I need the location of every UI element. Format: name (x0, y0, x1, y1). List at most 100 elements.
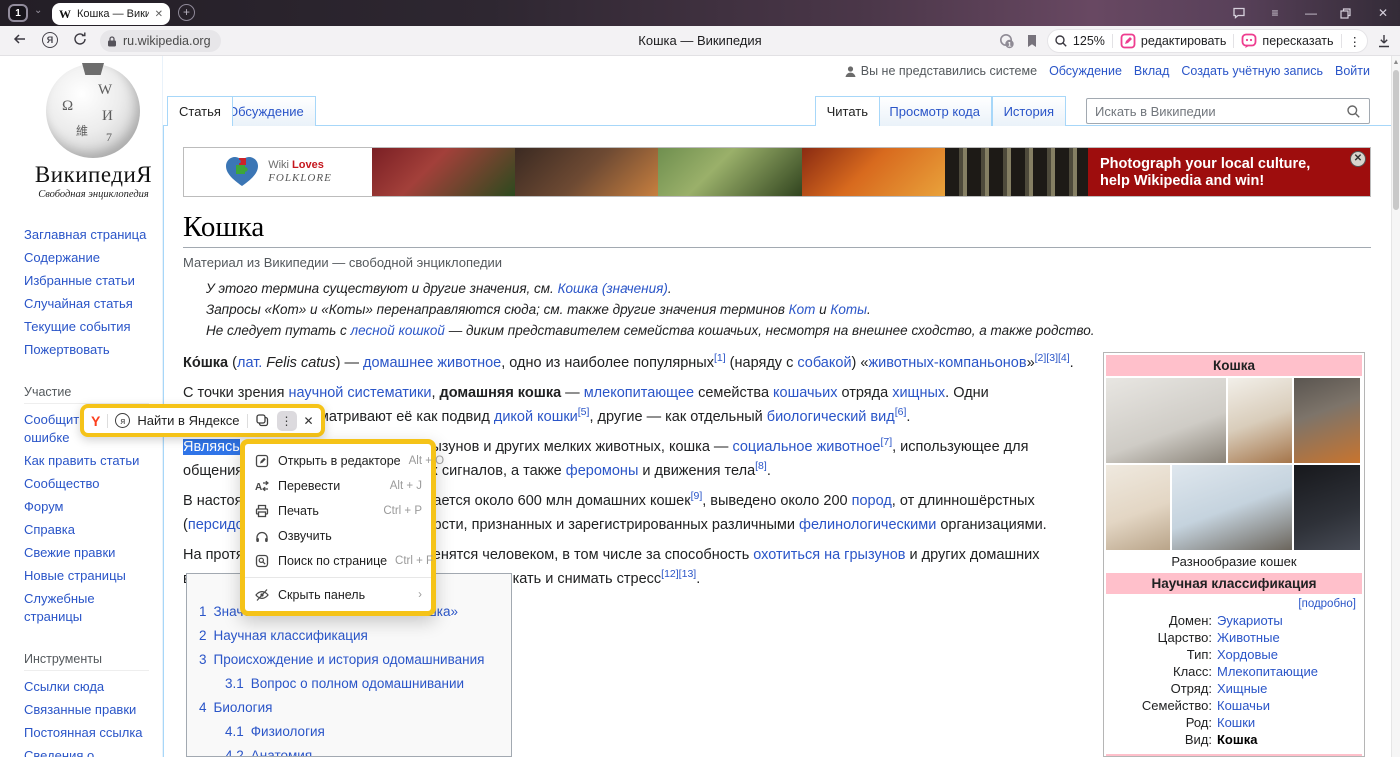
divider (247, 414, 248, 428)
wiki-search-input[interactable] (1087, 104, 1346, 119)
toc-item[interactable]: 4.2Анатомия (199, 745, 499, 757)
sidebar-item-featured[interactable]: Избранные статьи (24, 272, 152, 290)
divider (107, 414, 108, 428)
userbar-talk-link[interactable]: Обсуждение (1049, 64, 1122, 78)
sidebar-item-current-events[interactable]: Текущие события (24, 318, 152, 336)
cat-photo[interactable] (1106, 378, 1226, 463)
article-title: Кошка (183, 211, 1371, 248)
taxo-label: Семейство: (1106, 697, 1212, 714)
hatnote: У этого термина существуют и другие знач… (206, 278, 1391, 299)
banner-close-icon[interactable]: ✕ (1350, 151, 1366, 167)
menu-item-print[interactable]: ПечатьCtrl + P (245, 498, 431, 523)
find-in-yandex-button[interactable]: Найти в Яндексе (137, 413, 239, 428)
tab-list-chevron-icon[interactable]: ⌄ (34, 5, 42, 16)
sidebar-item-community[interactable]: Сообщество (24, 475, 152, 493)
menu-hamburger-icon[interactable]: ≡ (1268, 6, 1282, 20)
sidebar-item-forum[interactable]: Форум (24, 498, 152, 516)
wiki-loves-folklore-banner[interactable]: Wiki Loves FOLKLORE Photograph your loca… (183, 147, 1371, 197)
wikipedia-globe-logo[interactable]: Ω W И 維 7 (46, 64, 140, 158)
sidebar-item-what-links-here[interactable]: Ссылки сюда (24, 678, 152, 696)
popup-more-button[interactable]: ⋮ (277, 411, 297, 431)
tab-article[interactable]: Статья (167, 96, 233, 126)
svg-text:1: 1 (1008, 41, 1012, 48)
tab-read[interactable]: Читать (815, 96, 880, 126)
zoom-control[interactable]: 125% (1054, 34, 1105, 48)
menu-item-hide-panel[interactable]: Скрыть панель› (245, 582, 431, 607)
sidebar-item-special-pages[interactable]: Служебные страницы (24, 590, 152, 626)
sidebar-item-related-changes[interactable]: Связанные правки (24, 701, 152, 719)
window-minimize-button[interactable]: — (1304, 6, 1318, 20)
retell-button[interactable]: пересказать (1241, 33, 1333, 49)
toc-item[interactable]: 4Биология (199, 697, 499, 718)
editor-icon (254, 453, 270, 469)
userbar-login-link[interactable]: Войти (1335, 64, 1370, 78)
details-link[interactable]: [подробно] (1106, 594, 1362, 612)
yandex-context-menu: Открыть в редактореAlt + O A ПеревестиAl… (240, 439, 436, 616)
menu-item-open-in-editor[interactable]: Открыть в редактореAlt + O (245, 448, 431, 473)
toc-item[interactable]: 2Научная классификация (199, 625, 499, 646)
cat-photo[interactable] (1294, 465, 1360, 550)
toc-item[interactable]: 3Происхождение и история одомашнивания (199, 649, 499, 670)
protect-icon[interactable]: 1 (997, 31, 1017, 51)
taxo-value-link[interactable]: Животные (1217, 629, 1280, 646)
taxo-value-link[interactable]: Эукариоты (1217, 612, 1283, 629)
tab-history[interactable]: История (992, 96, 1066, 126)
cat-photo[interactable] (1294, 378, 1360, 463)
sidebar-panel-icon[interactable] (1232, 6, 1246, 20)
menu-item-find-on-page[interactable]: Поиск по страницеCtrl + F (245, 548, 431, 573)
taxo-label: Класс: (1106, 663, 1212, 680)
sidebar-item-help[interactable]: Справка (24, 521, 152, 539)
sidebar-item-how-to-edit[interactable]: Как править статьи (24, 452, 152, 470)
browser-tab[interactable]: W Кошка — Википедия ✕ (52, 3, 170, 25)
banner-photo (658, 148, 801, 196)
tab-view-source[interactable]: Просмотр кода (877, 96, 992, 126)
cat-photo[interactable] (1106, 465, 1170, 550)
taxobox-section-classification: Научная классификация (1106, 573, 1362, 594)
search-icon[interactable] (1346, 104, 1361, 119)
wiki-search-box[interactable] (1086, 98, 1370, 124)
sidebar-item-random[interactable]: Случайная статья (24, 295, 152, 313)
popup-close-icon[interactable]: ✕ (304, 414, 314, 428)
page-scrollbar[interactable]: ▲ (1391, 56, 1400, 757)
toc-item[interactable]: 3.1Вопрос о полном одомашнивании (199, 673, 499, 694)
sidebar-item-recent-changes[interactable]: Свежие правки (24, 544, 152, 562)
divider (1233, 34, 1234, 48)
wikipedia-wordmark[interactable]: ВикипедиЯ (24, 162, 163, 188)
edit-label: редактировать (1141, 34, 1227, 48)
sidebar-item-contents[interactable]: Содержание (24, 249, 152, 267)
taxo-value-link[interactable]: Кошки (1217, 714, 1255, 731)
sidebar-item-donate[interactable]: Пожертвовать (24, 341, 152, 359)
window-close-button[interactable]: ✕ (1376, 6, 1390, 20)
tab-close-icon[interactable]: ✕ (155, 9, 163, 20)
toolbar-more-icon[interactable]: ⋮ (1349, 34, 1362, 49)
yandex-search-circle-icon: я (115, 413, 130, 428)
taxo-value-link[interactable]: Хордовые (1217, 646, 1278, 663)
taxo-value-link[interactable]: Хищные (1217, 680, 1267, 697)
headphones-icon (254, 528, 270, 544)
scrollbar-thumb[interactable] (1393, 70, 1399, 210)
sidebar-item-permanent-link[interactable]: Постоянная ссылка (24, 724, 152, 742)
divider (1112, 34, 1113, 48)
edit-page-button[interactable]: редактировать (1120, 33, 1227, 49)
userbar-create-account-link[interactable]: Создать учётную запись (1181, 64, 1323, 78)
sidebar-item-page-info[interactable]: Сведения о странице (24, 747, 152, 757)
bookmark-icon[interactable] (1025, 33, 1039, 49)
toc-item[interactable]: 4.1Физиология (199, 721, 499, 742)
window-restore-button[interactable] (1340, 8, 1354, 19)
cat-photo[interactable] (1228, 378, 1292, 463)
cat-photo-collage (1106, 378, 1362, 550)
sidebar-item-new-pages[interactable]: Новые страницы (24, 567, 152, 585)
taxo-value-link[interactable]: Кошачьи (1217, 697, 1270, 714)
banner-message-area: Photograph your local culture, help Wiki… (1088, 148, 1370, 196)
sidebar-item-main-page[interactable]: Заглавная страница (24, 226, 152, 244)
cat-photo[interactable] (1172, 465, 1292, 550)
menu-item-read-aloud[interactable]: Озвучить (245, 523, 431, 548)
copy-icon[interactable] (255, 413, 270, 428)
downloads-icon[interactable] (1376, 33, 1392, 49)
new-tab-button[interactable]: + (178, 4, 195, 21)
scrollbar-up-arrow[interactable]: ▲ (1392, 56, 1400, 66)
menu-item-translate[interactable]: A ПеревестиAlt + J (245, 473, 431, 498)
tab-counter-button[interactable]: 1 (8, 4, 28, 22)
taxo-value-link[interactable]: Млекопитающие (1217, 663, 1318, 680)
userbar-contributions-link[interactable]: Вклад (1134, 64, 1170, 78)
